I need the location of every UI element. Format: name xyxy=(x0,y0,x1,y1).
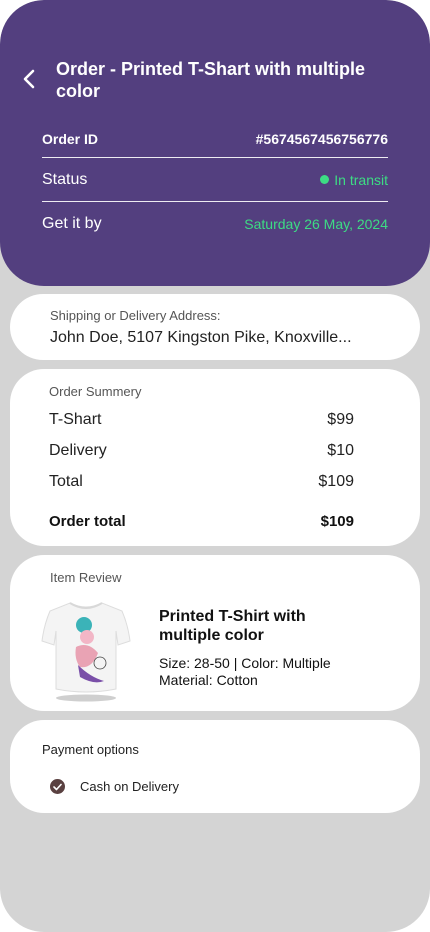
status-row: Status In transit xyxy=(42,171,388,189)
status-dot-icon xyxy=(320,175,330,184)
order-id-row: Order ID #5674567456756776 xyxy=(42,131,388,147)
order-id-value: #5674567456756776 xyxy=(255,131,388,147)
status-badge: In transit xyxy=(320,172,388,188)
payment-options-card: Payment options Cash on Delivery xyxy=(10,720,420,813)
summary-item-name: T-Shart xyxy=(49,411,102,428)
order-id-label: Order ID xyxy=(42,131,99,147)
summary-item-name: Delivery xyxy=(49,442,107,459)
status-value: In transit xyxy=(334,172,388,188)
address-card[interactable]: Shipping or Delivery Address: John Doe, … xyxy=(10,294,420,360)
item-review-label: Item Review xyxy=(50,570,122,585)
item-meta: Size: 28-50 | Color: Multiple Material: … xyxy=(159,655,331,689)
delivery-date: Saturday 26 May, 2024 xyxy=(244,216,388,232)
divider xyxy=(42,157,388,158)
payment-options-label: Payment options xyxy=(42,742,139,757)
check-icon[interactable] xyxy=(50,779,65,794)
back-arrow-icon xyxy=(23,69,35,89)
divider xyxy=(42,201,388,202)
item-size-color: Size: 28-50 | Color: Multiple xyxy=(159,655,331,671)
status-label: Status xyxy=(42,171,88,188)
summary-item-amount: $10 xyxy=(327,442,354,459)
item-title: Printed T-Shirt with multiple color xyxy=(159,608,306,644)
address-value: John Doe, 5107 Kingston Pike, Knoxville.… xyxy=(50,329,352,346)
summary-item-amount: $109 xyxy=(318,473,354,490)
back-button[interactable] xyxy=(14,64,44,94)
order-header: Order - Printed T-Shart with multiple co… xyxy=(0,0,430,286)
payment-option-label: Cash on Delivery xyxy=(80,779,179,794)
get-it-by-label: Get it by xyxy=(42,215,102,232)
item-material: Material: Cotton xyxy=(159,672,258,688)
page-title: Order - Printed T-Shart with multiple co… xyxy=(56,59,366,101)
summary-item-amount: $99 xyxy=(327,411,354,428)
summary-row: T-Shart $99 xyxy=(49,411,354,429)
summary-row: Total $109 xyxy=(49,473,354,491)
order-total-value: $109 xyxy=(320,513,354,530)
summary-row: Delivery $10 xyxy=(49,442,354,460)
order-summary-card: Order Summery T-Shart $99 Delivery $10 T… xyxy=(10,369,420,546)
order-summary-label: Order Summery xyxy=(49,384,142,399)
item-review-card[interactable]: Item Review Printed T-Shirt with multipl… xyxy=(10,555,420,711)
get-it-by-row: Get it by Saturday 26 May, 2024 xyxy=(42,215,388,233)
order-total-label: Order total xyxy=(49,513,126,530)
order-total-row: Order total $109 xyxy=(49,513,354,530)
address-label: Shipping or Delivery Address: xyxy=(50,308,221,323)
order-details-screen: Order - Printed T-Shart with multiple co… xyxy=(0,0,430,932)
tshirt-image xyxy=(41,602,131,702)
summary-item-name: Total xyxy=(49,473,83,490)
